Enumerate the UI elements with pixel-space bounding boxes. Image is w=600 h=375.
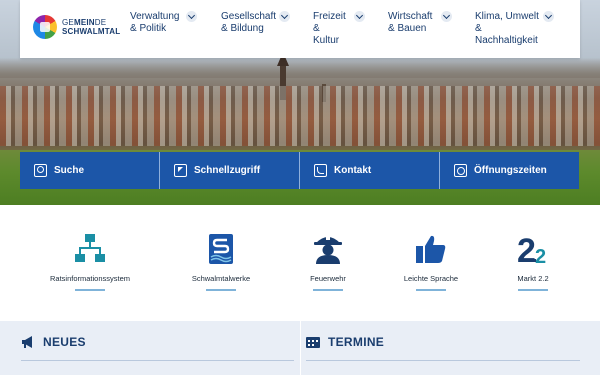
chevron-down-icon[interactable] <box>279 11 290 22</box>
site-logo[interactable]: GEMEINDE SCHWALMTAL <box>33 15 120 39</box>
nav-wirtschaft-bauen[interactable]: Wirtschaft & Bauen <box>388 11 452 35</box>
quick-search-button[interactable]: Suche <box>20 152 160 189</box>
water-s-icon <box>161 232 281 266</box>
events-title: TERMINE <box>328 335 385 349</box>
service-schwalmtalwerke[interactable]: Schwalmtalwerke <box>161 232 281 291</box>
cursor-icon <box>174 164 187 177</box>
markt-logo-icon: 2 2 <box>473 232 593 266</box>
quick-kontakt-button[interactable]: Kontakt <box>300 152 440 189</box>
nav-gesellschaft-bildung[interactable]: Gesellschaft & Bildung <box>221 11 290 35</box>
calendar-icon <box>306 337 320 348</box>
chevron-down-icon[interactable] <box>441 11 452 22</box>
quick-schnellzugriff-button[interactable]: Schnellzugriff <box>160 152 300 189</box>
nav-klima-umwelt-nachhaltigkeit[interactable]: Klima, Umwelt & Nachhaltigkeit <box>475 11 554 47</box>
search-icon <box>34 164 47 177</box>
clock-icon <box>454 164 467 177</box>
quick-oeffnungszeiten-button[interactable]: Öffnungszeiten <box>440 152 579 189</box>
service-markt-2-2[interactable]: 2 2 Markt 2.2 <box>473 232 593 291</box>
firefighter-icon <box>268 232 388 266</box>
site-header: GEMEINDE SCHWALMTAL Verwaltung & Politik… <box>20 0 580 58</box>
service-ratsinformationssystem[interactable]: Ratsinformationssystem <box>30 232 150 291</box>
logo-line1: GEMEINDE <box>62 18 107 27</box>
nav-freizeit-kultur[interactable]: Freizeit & Kultur <box>313 11 365 47</box>
chevron-down-icon[interactable] <box>186 11 197 22</box>
services-row: Ratsinformationssystem Schwalmtalwerke F… <box>0 205 600 321</box>
logo-line2: SCHWALMTAL <box>62 27 121 36</box>
nav-verwaltung-politik[interactable]: Verwaltung & Politik <box>130 11 197 35</box>
phone-icon <box>314 164 327 177</box>
news-panel[interactable]: NEUES <box>21 330 294 368</box>
service-feuerwehr[interactable]: Feuerwehr <box>268 232 388 291</box>
logo-mark-icon <box>33 15 57 39</box>
news-title: NEUES <box>43 335 86 349</box>
org-chart-icon <box>30 232 150 266</box>
events-panel[interactable]: TERMINE <box>306 330 580 368</box>
chevron-down-icon[interactable] <box>354 11 365 22</box>
megaphone-icon <box>22 336 32 348</box>
chevron-down-icon[interactable] <box>543 11 554 22</box>
quick-access-bar: Suche Schnellzugriff Kontakt Öffnungszei… <box>20 152 579 189</box>
svg-text:2: 2 <box>535 246 546 266</box>
